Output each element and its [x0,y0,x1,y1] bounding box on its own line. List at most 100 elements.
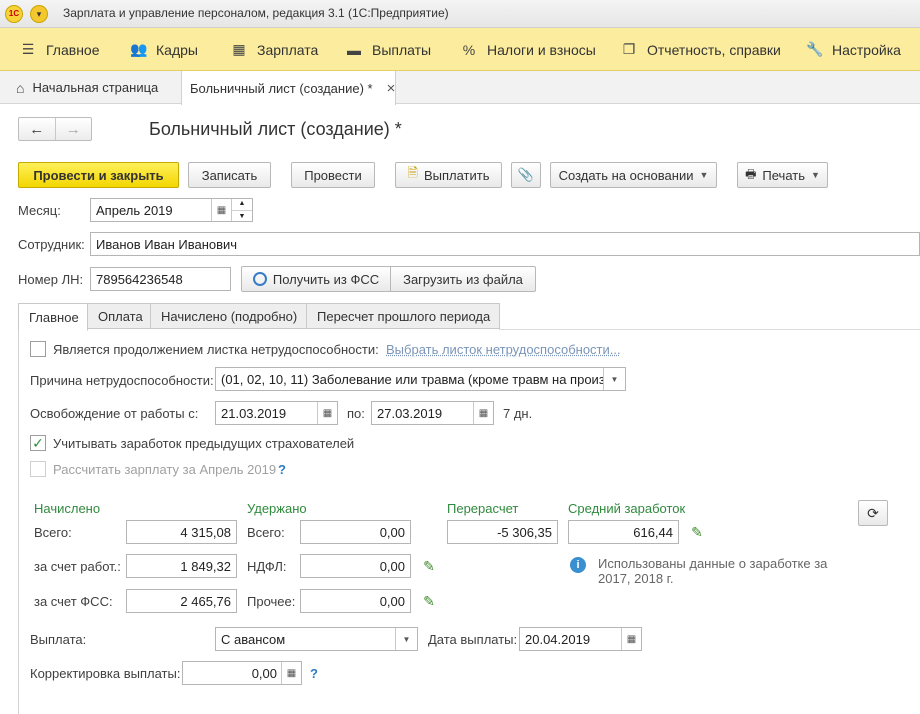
withheld-total-field[interactable]: 0,00 [300,520,411,544]
pencil-icon[interactable]: ✎ [689,524,705,540]
month-spinner[interactable]: ▲ ▼ [231,199,252,222]
employee-field[interactable]: Иванов Иван Иванович [90,232,920,256]
correction-field[interactable]: 0,00 ▦ [182,661,302,685]
menu-item-label: Главное [46,41,100,58]
date-from-field[interactable]: 21.03.2019 ▦ [215,401,338,425]
chevron-down-icon[interactable]: ▼ [395,628,417,650]
menu-icon: ☰ [21,41,35,57]
menu-item-taxes[interactable]: % Налоги и взносы [461,28,596,71]
home-icon: ⌂ [16,79,25,96]
people-icon: 👥 [130,41,148,57]
tab-home[interactable]: ⌂ Начальная страница [16,71,158,104]
calendar-icon[interactable]: ▦ [317,402,337,424]
pencil-icon[interactable]: ✎ [421,593,437,609]
calculator-icon[interactable]: ▦ [281,662,301,684]
window-title-bar: 1С ▾ Зарплата и управление персоналом, р… [0,0,920,28]
tab-main[interactable]: Главное [18,303,88,331]
recalc-field[interactable]: -5 306,35 [447,520,558,544]
tab-sick-leave[interactable]: Больничный лист (создание) * × [181,71,396,105]
accrued-fss-field[interactable]: 2 465,76 [126,589,237,613]
pay-date-label: Дата выплаты: [428,632,518,647]
menu-item-label: Отчетность, справки [647,41,781,58]
payment-select[interactable]: С авансом ▼ [215,627,418,651]
correction-value: 0,00 [251,665,277,681]
reason-select[interactable]: (01, 02, 10, 11) Заболевание или травма … [215,367,626,391]
ndfl-label: НДФЛ: [247,559,287,574]
employee-label: Сотрудник: [18,237,85,252]
withheld-header: Удержано [247,501,307,516]
other-label: Прочее: [247,594,296,609]
post-button[interactable]: Провести [291,162,375,188]
correction-label: Корректировка выплаты: [30,666,181,681]
menu-item-label: Кадры [156,41,198,58]
menu-item-hr[interactable]: 👥 Кадры [130,28,198,71]
calc-salary-checkbox[interactable] [30,461,46,477]
back-arrow-icon[interactable]: ← [19,118,56,140]
percent-icon: % [462,41,476,58]
tab-accrued-detailed[interactable]: Начислено (подробно) [150,303,307,329]
menu-item-reports[interactable]: ❐ Отчетность, справки [621,28,781,71]
spin-up-icon[interactable]: ▲ [232,199,252,211]
info-text-line2: 2017, 2018 г. [598,571,674,586]
date-to-label: по: [347,406,365,421]
spin-down-icon[interactable]: ▼ [232,211,252,222]
create-based-on-button[interactable]: Создать на основании ▼ [550,162,717,188]
tab-payment[interactable]: Оплата [87,303,151,329]
menu-item-settings[interactable]: 🔧 Настройка [806,28,901,71]
pay-button[interactable]: 🗎 Выплатить [395,162,502,188]
wrench-icon: 🔧 [806,41,824,57]
menu-item-main[interactable]: ☰ Главное [20,28,100,71]
continuation-checkbox[interactable] [30,341,46,357]
calendar-icon[interactable]: ▦ [473,402,493,424]
save-button[interactable]: Записать [188,162,271,188]
month-label: Месяц: [18,203,61,218]
menu-item-label: Настройка [832,41,901,58]
avg-earnings-field[interactable]: 616,44 [568,520,679,544]
sections-menu-bar: ☰ Главное 👥 Кадры ▦ Зарплата ▬ Выплаты %… [0,28,920,71]
date-to-field[interactable]: 27.03.2019 ▦ [371,401,494,425]
menu-item-label: Налоги и взносы [487,41,596,58]
help-icon[interactable]: ? [278,462,286,477]
post-and-close-button[interactable]: Провести и закрыть [18,162,179,188]
print-label: Печать [762,167,805,183]
days-count: 7 дн. [503,406,533,421]
accrued-total-field[interactable]: 4 315,08 [126,520,237,544]
pencil-icon[interactable]: ✎ [421,558,437,574]
accrued-header: Начислено [34,501,101,516]
employer-label: за счет работ.: [34,559,121,574]
ln-number-field[interactable]: 789564236548 [90,267,231,291]
chevron-down-icon[interactable]: ▼ [603,368,625,390]
ln-number-label: Номер ЛН: [18,272,84,287]
date-to-value: 27.03.2019 [377,405,443,421]
select-sick-leave-link[interactable]: Выбрать листок нетрудоспособности... [386,342,621,357]
month-field[interactable]: Апрель 2019 ▦ ▲ ▼ [90,198,253,222]
pay-date-field[interactable]: 20.04.2019 ▦ [519,627,642,651]
load-from-file-button[interactable]: Загрузить из файла [390,266,536,292]
close-icon[interactable]: × [387,80,396,97]
avg-earnings-header: Средний заработок [568,501,686,516]
menu-item-salary[interactable]: ▦ Зарплата [231,28,318,71]
app-menu-dropdown-icon[interactable]: ▾ [30,5,48,23]
tab-panel-border [18,330,19,714]
window-title: Зарплата и управление персоналом, редакц… [63,6,449,20]
tab-recalculation[interactable]: Пересчет прошлого периода [306,303,500,329]
prev-insurers-checkbox[interactable]: ✓ [30,435,46,451]
calendar-icon[interactable]: ▦ [211,199,231,221]
continuation-label: Является продолжением листка нетрудоспос… [53,342,379,357]
other-field[interactable]: 0,00 [300,589,411,613]
print-button[interactable]: 🖶 Печать ▼ [737,162,828,188]
help-icon[interactable]: ? [310,666,318,681]
reason-value: (01, 02, 10, 11) Заболевание или травма … [221,371,603,387]
menu-item-payments[interactable]: ▬ Выплаты [346,28,431,71]
attach-button[interactable]: 📎 [511,162,541,188]
page-title: Больничный лист (создание) * [149,119,402,139]
refresh-icon: ⟳ [867,504,879,521]
get-from-fss-button[interactable]: Получить из ФСС [241,266,391,292]
menu-item-label: Выплаты [372,41,432,58]
chevron-down-icon: ▼ [699,170,709,180]
calendar-icon[interactable]: ▦ [621,628,641,650]
ndfl-field[interactable]: 0,00 [300,554,411,578]
forward-arrow-icon[interactable]: → [56,118,92,140]
refresh-button[interactable]: ⟳ [858,500,888,526]
accrued-employer-field[interactable]: 1 849,32 [126,554,237,578]
